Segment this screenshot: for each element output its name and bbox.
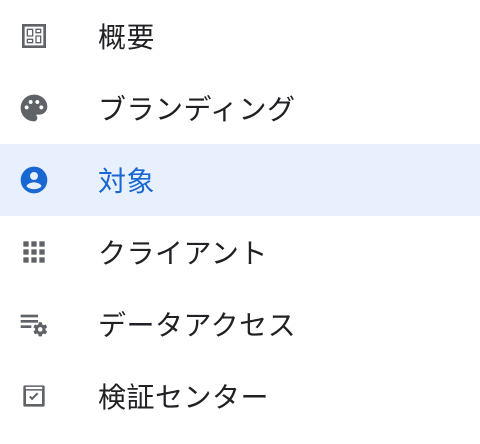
sidebar-item-branding[interactable]: ブランディング <box>0 72 480 144</box>
sidebar-item-label: 概要 <box>98 21 156 54</box>
sidebar-item-clients[interactable]: クライアント <box>0 216 480 288</box>
sidebar-nav: 概要 ブランディング 対象 クライアント データアクセス 検証センター <box>0 0 480 444</box>
sidebar-item-audience[interactable]: 対象 <box>0 144 480 216</box>
apps-grid-icon <box>18 236 50 268</box>
sidebar-item-overview[interactable]: 概要 <box>0 0 480 72</box>
sidebar-item-data-access[interactable]: データアクセス <box>0 288 480 360</box>
sidebar-item-label: 対象 <box>98 165 156 198</box>
sidebar-item-verification-center[interactable]: 検証センター <box>0 360 480 432</box>
sidebar-item-label: ブランディング <box>98 93 296 126</box>
list-settings-icon <box>18 308 50 340</box>
dashboard-icon <box>18 20 50 52</box>
account-circle-icon <box>18 164 50 196</box>
sidebar-item-label: 検証センター <box>98 381 270 414</box>
check-box-icon <box>18 380 50 412</box>
sidebar-item-label: データアクセス <box>98 309 297 342</box>
palette-icon <box>18 92 50 124</box>
sidebar-item-label: クライアント <box>98 237 268 270</box>
